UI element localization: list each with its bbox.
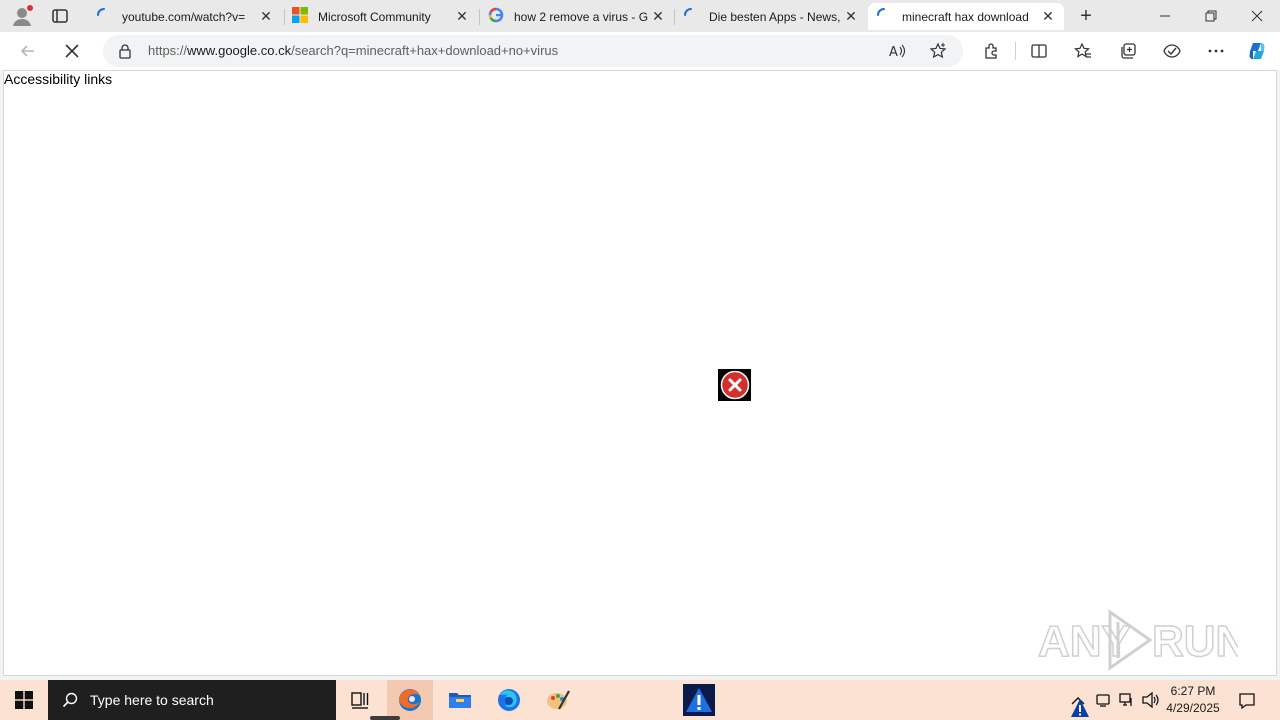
close-tab-icon[interactable]: ✕ [843, 8, 859, 25]
paint-app-icon[interactable] [535, 680, 581, 720]
task-view-icon[interactable] [337, 680, 383, 720]
screen: youtube.com/watch?v= ✕ Microsoft Communi… [0, 0, 1280, 720]
accessibility-links[interactable]: Accessibility links [4, 71, 112, 87]
back-icon[interactable] [14, 37, 42, 65]
url-host: www.google.co.ck [187, 43, 292, 58]
warning-app-icon[interactable] [676, 680, 722, 720]
error-icon [718, 369, 751, 401]
close-tab-icon[interactable]: ✕ [454, 8, 470, 25]
taskbar-edge-icon[interactable] [387, 680, 433, 720]
loading-icon [876, 7, 892, 26]
tab-youtube[interactable]: youtube.com/watch?v= ✕ [88, 3, 282, 30]
defender-warning-icon[interactable] [1070, 698, 1090, 718]
firefox-icon[interactable] [486, 680, 532, 720]
microsoft-logo-icon [292, 7, 308, 26]
clock-time: 6:27 PM [1170, 684, 1216, 698]
tab-actions-icon[interactable] [48, 4, 72, 28]
windows-start-icon[interactable] [0, 680, 48, 720]
loading-icon [683, 7, 699, 26]
minimize-icon[interactable] [1142, 0, 1188, 32]
volume-icon[interactable] [1141, 690, 1161, 710]
read-aloud-icon[interactable]: A [886, 40, 908, 62]
tab-microsoft-community[interactable]: Microsoft Community ✕ [284, 3, 478, 30]
collections-icon[interactable] [1116, 39, 1140, 63]
tab-title: how 2 remove a virus - G [514, 9, 649, 24]
stop-loading-icon[interactable] [58, 37, 86, 65]
search-icon [62, 692, 78, 708]
taskbar-clock[interactable]: 6:27 PM 4/29/2025 [1160, 683, 1226, 717]
network-icon[interactable] [1117, 690, 1137, 710]
extensions-icon[interactable] [979, 39, 1003, 63]
watermark-right-text: RUN [1152, 617, 1238, 666]
loading-icon [96, 7, 112, 26]
more-menu-icon[interactable] [1204, 39, 1228, 63]
tab-title: youtube.com/watch?v= [122, 9, 246, 24]
clock-date: 4/29/2025 [1166, 701, 1220, 715]
tab-title: minecraft hax download [902, 9, 1029, 24]
svg-text:A: A [889, 45, 898, 60]
meet-now-icon[interactable] [1093, 690, 1113, 710]
close-tab-icon[interactable]: ✕ [1040, 8, 1056, 25]
url-text[interactable]: https://www.google.co.ck/search?q=minecr… [148, 43, 558, 58]
tab-die-besten-apps[interactable]: Die besten Apps - News, ✕ [675, 3, 867, 30]
url-scheme: https:// [148, 43, 188, 58]
web-page-content [3, 70, 1277, 676]
favorite-star-icon[interactable] [927, 40, 949, 62]
new-tab-icon[interactable]: + [1074, 4, 1098, 28]
restore-icon[interactable] [1188, 0, 1234, 32]
close-tab-icon[interactable]: ✕ [650, 8, 666, 25]
favorites-icon[interactable] [1071, 39, 1095, 63]
browser-essentials-icon[interactable] [1160, 39, 1184, 63]
anyrun-watermark: ANY RUN [1037, 608, 1248, 672]
google-g-icon [488, 7, 504, 26]
active-app-indicator [370, 716, 400, 720]
search-placeholder: Type here to search [90, 692, 214, 708]
file-explorer-icon[interactable] [437, 680, 483, 720]
url-path: /search?q=minecraft+hax+download+no+viru… [291, 43, 559, 58]
lock-icon[interactable] [114, 40, 136, 62]
tab-title: Die besten Apps - News, [709, 9, 841, 24]
toolbar-separator [1015, 42, 1016, 60]
tab-title: Microsoft Community [318, 9, 431, 24]
copilot-icon[interactable] [1245, 39, 1269, 63]
close-tab-icon[interactable]: ✕ [258, 8, 274, 25]
tab-minecraft-hax[interactable]: minecraft hax download ✕ [868, 3, 1064, 30]
notifications-icon[interactable] [1236, 690, 1258, 712]
split-screen-icon[interactable] [1027, 39, 1051, 63]
taskbar-search-box[interactable]: Type here to search [48, 680, 336, 720]
tab-google-search-virus[interactable]: how 2 remove a virus - G ✕ [480, 3, 674, 30]
close-window-icon[interactable] [1234, 0, 1280, 32]
profile-avatar-icon[interactable] [10, 4, 34, 28]
